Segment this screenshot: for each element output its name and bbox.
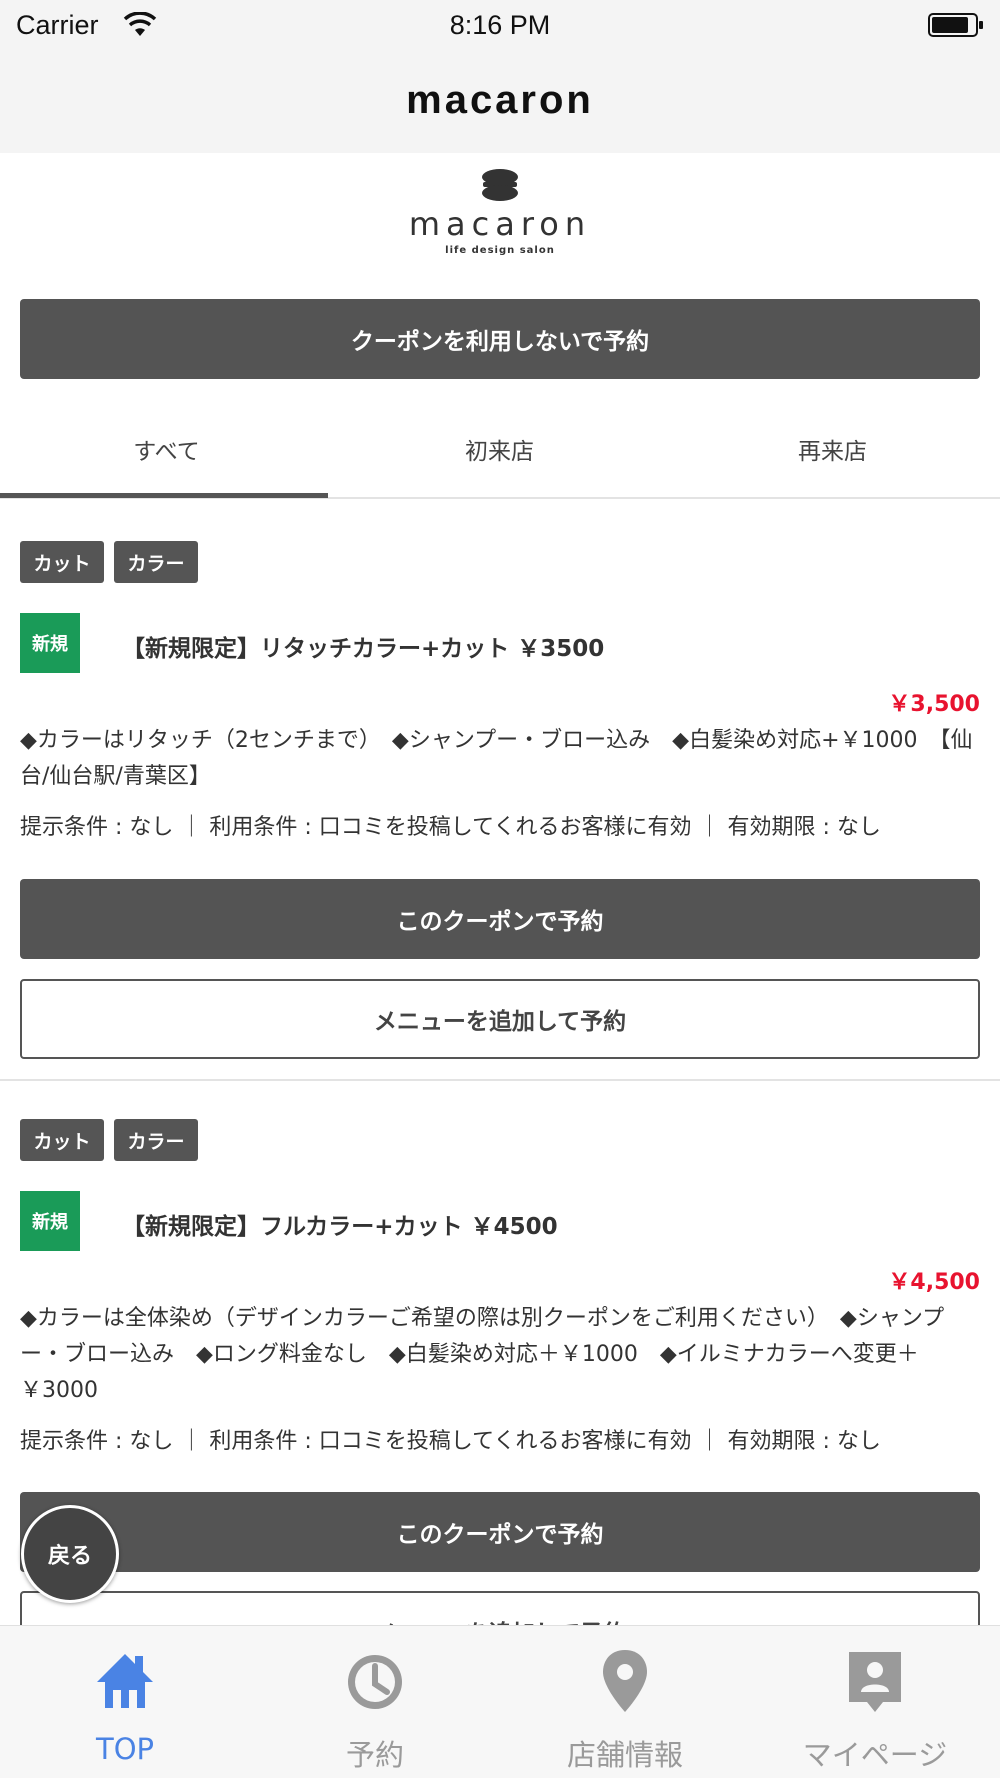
- tabbar-label: 店舗情報: [566, 1738, 683, 1772]
- tabbar-item-store-info[interactable]: 店舗情報: [500, 1626, 750, 1778]
- new-customer-badge: 新規: [20, 1191, 80, 1251]
- coupon-price: ￥3,500: [888, 692, 980, 717]
- tabbar-label: TOP: [95, 1732, 155, 1766]
- coupon-conditions: 提示条件 : なし ｜ 利用条件 : 口コミを投稿してくれるお客様に有効 ｜ 有…: [20, 815, 881, 840]
- tabbar-item-top[interactable]: TOP: [0, 1626, 250, 1778]
- navigation-bar: macaron: [0, 50, 1000, 153]
- status-time: 8:16 PM: [449, 10, 551, 40]
- coupon-price: ￥4,500: [888, 1270, 980, 1295]
- coupon-title: 【新規限定】フルカラー+カット ￥4500: [122, 1214, 558, 1240]
- coupon-description: ◆カラーはリタッチ（2センチまで） ◆シャンプー・ブロー込み ◆白髪染め対応+￥…: [20, 728, 973, 789]
- tabbar-item-reserve[interactable]: 予約: [250, 1626, 500, 1778]
- coupon-list-content[interactable]: macaron life design salon クーポンを利用しないで予約 …: [0, 153, 1000, 1625]
- reserve-without-coupon-button[interactable]: クーポンを利用しないで予約: [20, 299, 980, 379]
- battery-icon: [928, 13, 983, 37]
- clock-icon: [348, 1655, 402, 1709]
- tabbar-label: 予約: [345, 1738, 404, 1772]
- tag-color: カラー: [114, 1119, 198, 1161]
- macaron-logo-icon: [482, 169, 518, 201]
- id-card-icon: [849, 1652, 901, 1712]
- new-customer-badge: 新規: [20, 613, 80, 673]
- coupon-filter-tabs: すべて 初来店 再来店: [0, 399, 1000, 499]
- coupon-description: ◆カラーは全体染め（デザインカラーご希望の際は別クーポンをご利用ください） ◆シ…: [20, 1306, 945, 1403]
- tag-cut: カット: [20, 1119, 104, 1161]
- coupon-card: カット カラー 新規 【新規限定】フルカラー+カット ￥4500 ￥4,500 …: [0, 1119, 1000, 1625]
- logo-tagline: life design salon: [445, 245, 555, 256]
- reserve-with-coupon-button[interactable]: このクーポンで予約: [20, 1492, 980, 1572]
- tab-all[interactable]: すべて: [0, 399, 333, 499]
- tabbar-label: マイページ: [802, 1738, 948, 1772]
- bottom-tab-bar: TOP 予約 店舗情報 マイページ: [0, 1625, 1000, 1778]
- tag-color: カラー: [114, 541, 198, 583]
- coupon-title: 【新規限定】リタッチカラー+カット ￥3500: [122, 636, 605, 662]
- divider: [0, 1079, 1000, 1081]
- location-pin-icon: [603, 1650, 647, 1712]
- tabbar-item-mypage[interactable]: マイページ: [750, 1626, 1000, 1778]
- back-button[interactable]: 戻る: [21, 1505, 119, 1603]
- coupon-conditions: 提示条件 : なし ｜ 利用条件 : 口コミを投稿してくれるお客様に有効 ｜ 有…: [20, 1429, 881, 1454]
- status-bar: Carrier 8:16 PM: [0, 0, 1000, 50]
- page-title: macaron: [406, 78, 594, 122]
- reserve-with-coupon-button[interactable]: このクーポンで予約: [20, 879, 980, 959]
- salon-logo: macaron life design salon: [400, 169, 600, 264]
- add-menu-reserve-button[interactable]: メニューを追加して予約: [20, 979, 980, 1059]
- add-menu-reserve-button[interactable]: メニューを追加して予約: [20, 1591, 980, 1625]
- tab-selected-indicator: [0, 493, 328, 498]
- tag-cut: カット: [20, 541, 104, 583]
- logo-wordmark: macaron: [408, 205, 592, 243]
- tab-return-visit[interactable]: 再来店: [666, 399, 999, 499]
- tab-first-visit[interactable]: 初来店: [333, 399, 666, 499]
- home-icon: [97, 1654, 153, 1708]
